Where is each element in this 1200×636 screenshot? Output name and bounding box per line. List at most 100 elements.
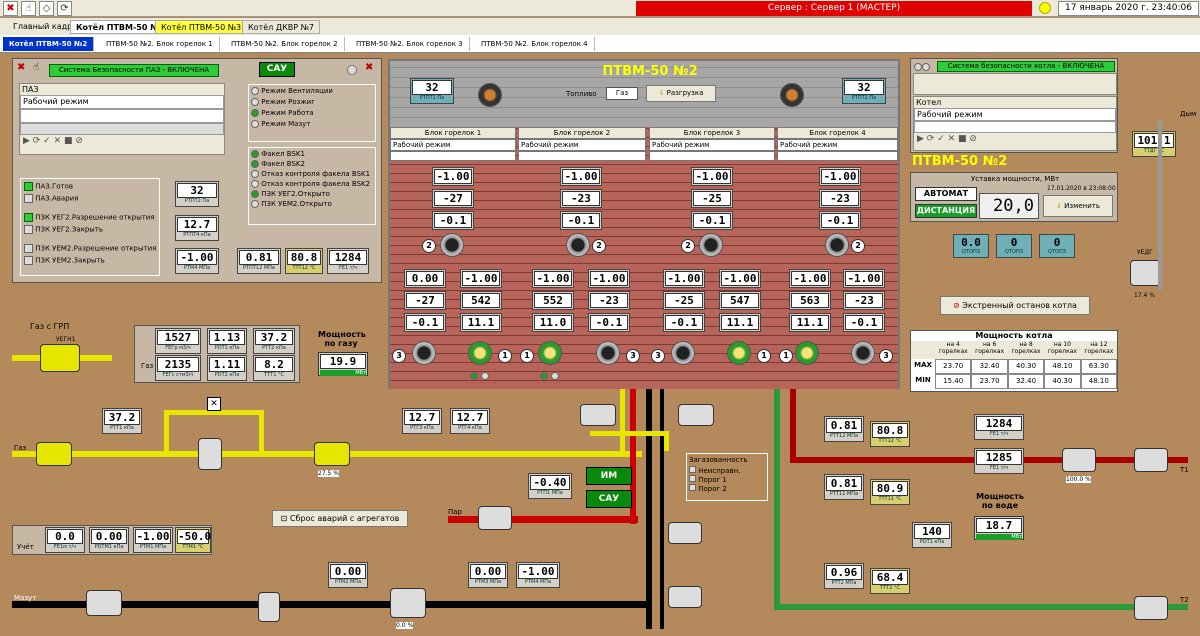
ttt11-readout: 80.9 ТТТ11 °C [870, 479, 910, 505]
tab-burner-2[interactable]: ПТВМ-50 №2. Блок горелок 2 [225, 37, 345, 51]
rtm4-readout: -1.00 РТМ4 МПа [175, 248, 219, 274]
ttg-readout: 101.1 ТТДГ °C [1132, 131, 1176, 157]
burner-1-icon[interactable] [538, 341, 562, 365]
burner-3-icon[interactable] [596, 341, 620, 365]
im-button[interactable]: ИМ [586, 467, 632, 485]
top-toolbar: ✖ ☝ ◇ ⟳ Сервер : Сервер 1 (МАСТЕР) 17 ян… [0, 0, 1200, 17]
rtm4-readout-2: -1.00 РТМ4 МПа [516, 562, 560, 588]
boiler-body: ПТВМ-50 №2 32 РТПТ1 Па Топливо Газ ⇓ Разг… [388, 59, 900, 389]
burner-2-icon[interactable] [440, 233, 464, 257]
boiler-title-right: ПТВМ-50 №2 [912, 154, 1008, 169]
uag1-valve[interactable]: ✕ [207, 397, 221, 411]
ttt12-readout: 80.8 ТТТ12 °C [285, 248, 323, 274]
paz-status: Система Безопасности ПАЗ - ВКЛЮЧЕНА [49, 64, 219, 77]
auto-button[interactable]: АВТОМАТ [915, 187, 977, 201]
rtt12-readout: 0.81 РТТ12 МПа [824, 416, 864, 442]
ueoc-valve[interactable] [1134, 596, 1168, 620]
fe1-readout: 1284 FE1 т/ч [327, 248, 369, 274]
uepc2-valve[interactable] [1134, 448, 1168, 472]
screen-tabs: Главный кадр Котёл ПТВМ-50 №2 Котёл ПТВМ… [0, 18, 1200, 35]
ueg3-valve[interactable] [314, 442, 350, 466]
setpoint-panel: Уставка мощности, МВт 17.01.2020 в 23:08… [910, 172, 1118, 222]
sau-button-2[interactable]: САУ [586, 490, 632, 508]
burner-block-4: Блок горелок 4 Рабочий режим -1.00 -23 -… [777, 127, 898, 389]
refresh-icon[interactable]: ⟳ [57, 1, 72, 16]
uepr1-valve[interactable] [580, 404, 616, 426]
fuel-label: Топливо [566, 90, 597, 98]
boiler-mode-box: Котел Рабочий режим ▶ ⟳ ✓ ✕ ■ ⊘ [913, 96, 1117, 151]
oil-meter-panel: Учёт 0.0 FE1м т/ч 0.00 РDТМ1 кПа -1.00 РТМ1… [12, 525, 212, 555]
reset-alarms-button[interactable]: ⊡ Сброс аварий с агрегатов [272, 510, 408, 527]
boiler-toolbar[interactable]: ▶ ⟳ ✓ ✕ ■ ⊘ [914, 133, 1116, 145]
uegn1-valve[interactable] [40, 344, 80, 372]
change-button[interactable]: ⇓ Изменить [1043, 195, 1113, 217]
burner-2-icon[interactable] [699, 233, 723, 257]
uem5-valve[interactable] [668, 522, 702, 544]
burner-2-icon[interactable] [825, 233, 849, 257]
tools-icon[interactable]: ✖ [3, 1, 18, 16]
rtpt2-readout: 32 РТПТ2 Па [842, 78, 886, 104]
boiler-title: ПТВМ-50 №2 [602, 64, 698, 79]
rtt2-readout: 0.96 РТТ2 МПа [824, 563, 864, 589]
uem1-valve[interactable] [86, 590, 122, 616]
paz-panel: ✖ ☝ Система Безопасности ПАЗ - ВКЛЮЧЕНА … [12, 58, 382, 283]
burner-3-icon[interactable] [851, 341, 875, 365]
tab-burner-3[interactable]: ПТВМ-50 №2. Блок горелок 3 [350, 37, 470, 51]
burner-3-icon[interactable] [671, 341, 695, 365]
boiler-safety-panel: Система безопасности котла - ВКЛЮЧЕНА Ко… [910, 58, 1118, 153]
uep1-valve[interactable] [478, 506, 512, 530]
paz-title: ПАЗ [22, 85, 39, 94]
uepc1-valve[interactable] [1062, 448, 1096, 472]
flame-icon [478, 83, 502, 107]
flare-list: Факел BSK1 Факел BSK2 Отказ контроля фак… [248, 147, 376, 225]
status-lamp [1039, 2, 1051, 14]
rtpt4-readout: 12.7 РТПТ4 кПа [175, 215, 219, 241]
burner-3-icon[interactable] [412, 341, 436, 365]
unload-button[interactable]: ⇓ Разгрузка [646, 85, 716, 102]
hand-icon[interactable]: ☝ [21, 1, 36, 16]
uem3-valve[interactable] [390, 588, 426, 618]
ueg2-valve[interactable] [198, 438, 222, 470]
uem4-valve[interactable] [668, 586, 702, 608]
burner-1-icon[interactable] [468, 341, 492, 365]
dist-button[interactable]: ДИСТАНЦИЯ [915, 204, 977, 218]
clock: 17 январь 2020 г. 23:40:06 [1058, 1, 1199, 16]
uepr2-valve[interactable] [678, 404, 714, 426]
rtp1-readout: -0.40 РТП1 МПа [528, 473, 572, 499]
burner-2-icon[interactable] [566, 233, 590, 257]
tab-boiler-dkvr[interactable]: Котёл ДКВР №7 [242, 20, 321, 34]
rtpt12-readout: 0.81 РТПТ12 МПа [237, 248, 281, 274]
tab-burner-4[interactable]: ПТВМ-50 №2. Блок горелок 4 [475, 37, 595, 51]
rtt11-readout: 0.81 РТТ11 МПа [824, 474, 864, 500]
sau-button[interactable]: САУ [259, 62, 295, 77]
paz-toolbar[interactable]: ▶ ⟳ ✓ ✕ ■ ⊘ [20, 135, 224, 147]
tab-burner-1[interactable]: ПТВМ-50 №2. Блок горелок 1 [100, 37, 220, 51]
uem2-valve[interactable] [258, 592, 280, 622]
tab-boiler-3[interactable]: Котёл ПТВМ-50 №3 [155, 20, 248, 34]
q2-readout: 0 QТОПЗ [996, 234, 1032, 258]
rtpt2-readout: 32 РТПТ2 Па [175, 181, 219, 207]
fuel-value: Газ [606, 87, 638, 100]
layer-icon[interactable]: ◇ [39, 1, 54, 16]
burner-1-icon[interactable] [727, 341, 751, 365]
ttt2-readout: 68.4 ТТТ2 °C [870, 568, 910, 594]
tab-boiler[interactable]: Котёл ПТВМ-50 №2 [3, 37, 95, 51]
smoke-label: Дым [1180, 110, 1197, 118]
power-table: Мощность котла на 4 горелках на 6 горелка… [910, 330, 1118, 392]
emergency-stop-button[interactable]: ⊘ Экстренный останов котла [940, 296, 1090, 315]
burner-1-icon[interactable] [795, 341, 819, 365]
ueg1-valve[interactable] [36, 442, 72, 466]
fe1b-readout: 1285 FE1 т/ч [974, 448, 1024, 474]
paz-mode: Рабочий режим [20, 95, 224, 109]
tab-main[interactable]: Главный кадр [8, 20, 78, 34]
tools-icon[interactable]: ✖ [17, 62, 25, 73]
setpoint-value: 20,0 [979, 193, 1039, 219]
indicator-lamp [347, 65, 357, 75]
burner-block-1: Блок горелок 1 Рабочий режим -1.00 -27 -… [390, 127, 516, 389]
paz-flags: ПАЗ.Готов ПАЗ.Авария ПЗК УЕГ2.Разрешение… [20, 178, 160, 276]
burner-block-2: Блок горелок 2 Рабочий режим -1.00 -23 -… [518, 127, 646, 389]
server-status: Сервер : Сервер 1 (МАСТЕР) [636, 1, 1032, 16]
tools-icon[interactable]: ✖ [365, 62, 373, 73]
q1-readout: 0.0 QТОПЗ [953, 234, 989, 258]
hand-icon[interactable]: ☝ [33, 62, 39, 73]
